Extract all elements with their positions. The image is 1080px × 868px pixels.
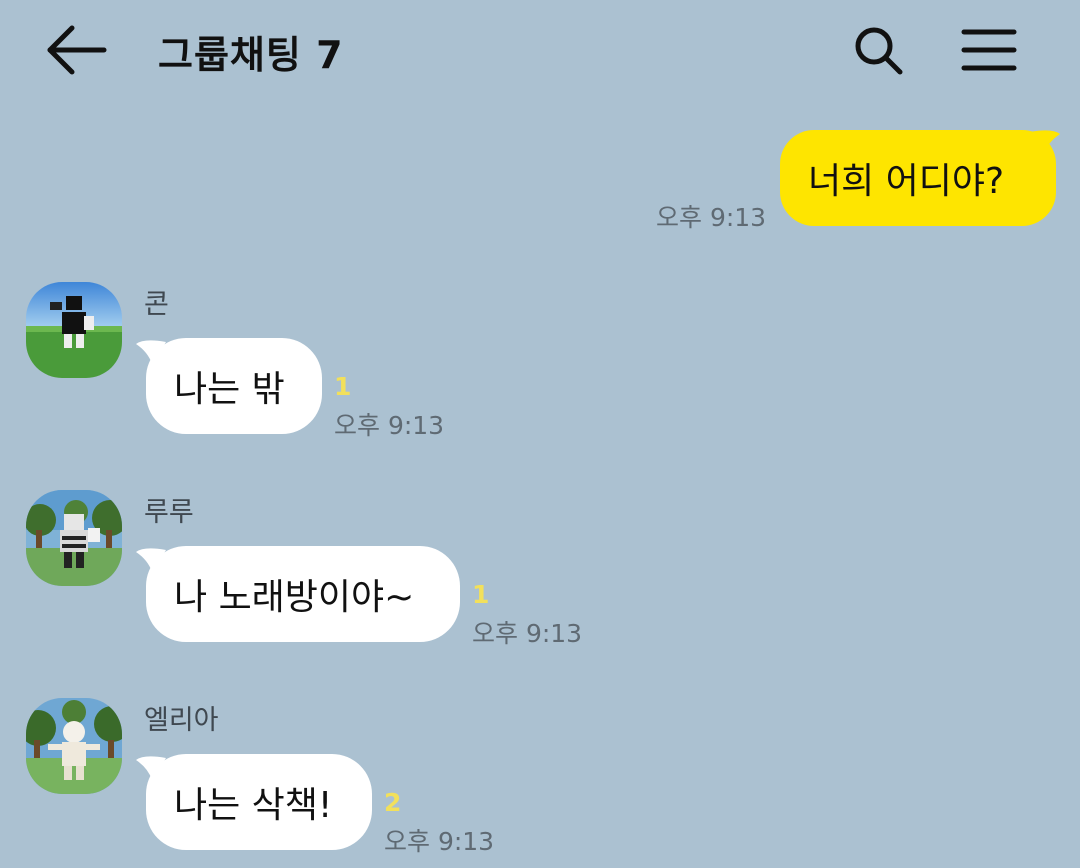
menu-button[interactable] xyxy=(958,24,1020,76)
back-button[interactable] xyxy=(40,20,110,80)
message-time: 오후 9:13 xyxy=(656,203,767,232)
sender-name: 엘리아 xyxy=(144,705,219,736)
sender-name: 콘 xyxy=(144,289,169,320)
message-time: 오후 9:13 xyxy=(384,827,495,856)
message-text: 나는 삭책! xyxy=(174,785,333,826)
avatar[interactable] xyxy=(26,490,122,586)
arrow-left-icon xyxy=(47,25,107,75)
message-bubble[interactable]: 나는 밖 xyxy=(146,338,322,434)
avatar[interactable] xyxy=(26,282,122,378)
unread-count: 1 xyxy=(334,372,352,401)
message-bubble[interactable]: 나 노래방이야~ xyxy=(146,546,460,642)
avatar[interactable] xyxy=(26,698,122,794)
avatar-image xyxy=(26,282,122,378)
message-bubble[interactable]: 너희 어디야? xyxy=(780,130,1056,226)
avatar-image xyxy=(26,698,122,794)
search-icon xyxy=(855,27,903,75)
message-text: 나 노래방이야~ xyxy=(174,577,415,618)
message-bubble[interactable]: 나는 삭책! xyxy=(146,754,372,850)
message-time: 오후 9:13 xyxy=(472,619,583,648)
hamburger-menu-icon xyxy=(961,29,1017,71)
avatar-image xyxy=(26,490,122,586)
search-button[interactable] xyxy=(850,22,908,80)
sender-name: 루루 xyxy=(144,497,194,528)
unread-count: 1 xyxy=(472,580,490,609)
chat-room-title: 그룹채팅 7 xyxy=(158,33,344,77)
message-text: 너희 어디야? xyxy=(808,161,1005,202)
chat-header: 그룹채팅 7 xyxy=(0,0,1080,100)
unread-count: 2 xyxy=(384,788,402,817)
message-time: 오후 9:13 xyxy=(334,411,445,440)
message-text: 나는 밖 xyxy=(174,369,285,410)
